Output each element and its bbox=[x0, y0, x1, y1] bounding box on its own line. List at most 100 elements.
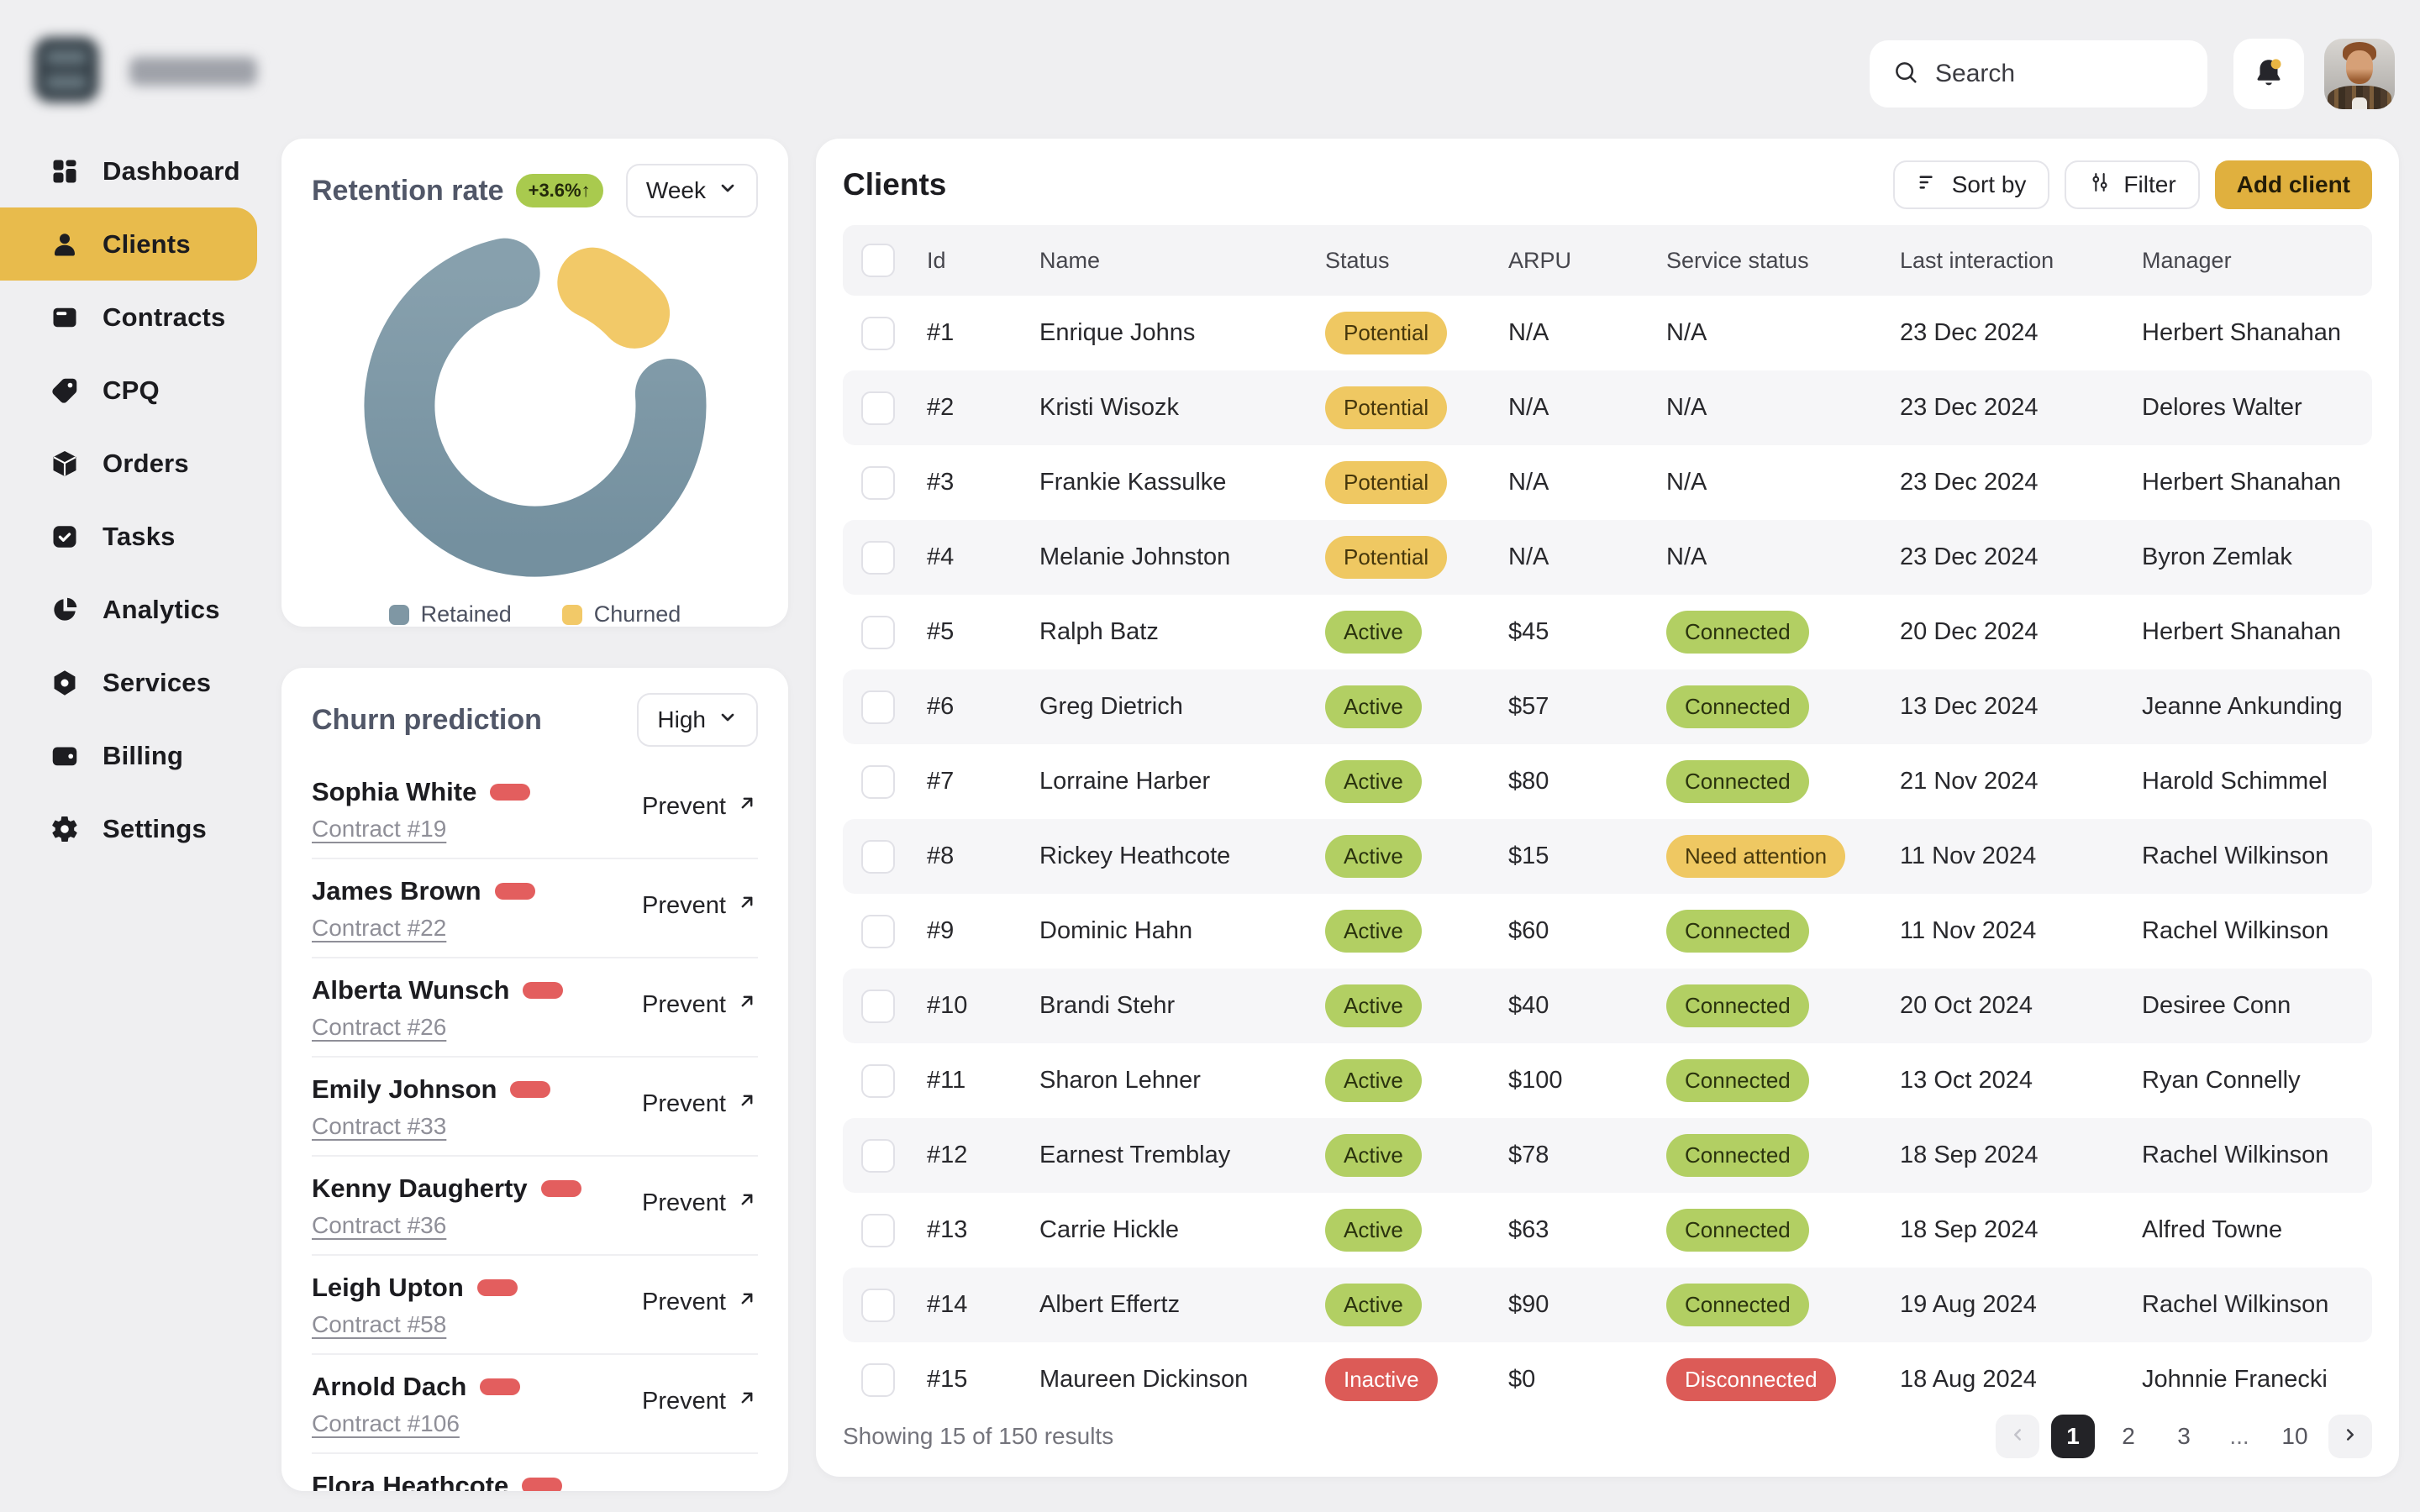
sidebar-item-billing[interactable]: Billing bbox=[0, 719, 257, 792]
status-badge: Potential bbox=[1325, 536, 1447, 579]
table-row[interactable]: #4Melanie JohnstonPotentialN/AN/A23 Dec … bbox=[843, 520, 2372, 595]
prevent-link[interactable]: Prevent bbox=[642, 1189, 758, 1217]
prevent-link[interactable]: Prevent bbox=[642, 990, 758, 1019]
table-row[interactable]: #15Maureen DickinsonInactive$0Disconnect… bbox=[843, 1342, 2372, 1417]
sidebar-item-services[interactable]: Services bbox=[0, 646, 257, 719]
row-checkbox[interactable] bbox=[861, 1214, 895, 1247]
row-checkbox[interactable] bbox=[861, 541, 895, 575]
cell-manager: Byron Zemlak bbox=[2142, 543, 2372, 571]
column-header[interactable]: Service status bbox=[1666, 248, 1900, 274]
row-checkbox[interactable] bbox=[861, 1289, 895, 1322]
page-title: Clients bbox=[843, 167, 946, 202]
row-checkbox[interactable] bbox=[861, 1139, 895, 1173]
row-checkbox[interactable] bbox=[861, 690, 895, 724]
contract-link[interactable]: Contract #36 bbox=[312, 1212, 446, 1239]
search-input[interactable]: Search bbox=[1870, 40, 2207, 108]
arrow-up-right-icon bbox=[736, 1089, 758, 1118]
prevent-link[interactable]: Prevent bbox=[642, 891, 758, 920]
column-header[interactable]: ARPU bbox=[1508, 248, 1666, 274]
sidebar-item-dashboard[interactable]: Dashboard bbox=[0, 134, 257, 207]
cell-arpu: $100 bbox=[1508, 1067, 1666, 1095]
column-header[interactable]: Manager bbox=[2142, 248, 2372, 274]
table-row[interactable]: #9Dominic HahnActive$60Connected11 Nov 2… bbox=[843, 894, 2372, 969]
prevent-link[interactable]: Prevent bbox=[642, 1089, 758, 1118]
table-row[interactable]: #6Greg DietrichActive$57Connected13 Dec … bbox=[843, 669, 2372, 744]
page-button-1[interactable]: 1 bbox=[2051, 1415, 2095, 1458]
page-button-10[interactable]: 10 bbox=[2273, 1415, 2317, 1458]
row-checkbox[interactable] bbox=[861, 466, 895, 500]
churn-level-dropdown[interactable]: High bbox=[637, 693, 758, 747]
sidebar-item-cpq[interactable]: CPQ bbox=[0, 354, 257, 427]
table-row[interactable]: #2Kristi WisozkPotentialN/AN/A23 Dec 202… bbox=[843, 370, 2372, 445]
table-row[interactable]: #12Earnest TremblayActive$78Connected18 … bbox=[843, 1118, 2372, 1193]
sidebar-item-orders[interactable]: Orders bbox=[0, 427, 257, 500]
service-status-badge: Disconnected bbox=[1666, 1358, 1836, 1401]
select-all-checkbox[interactable] bbox=[861, 244, 895, 277]
row-checkbox[interactable] bbox=[861, 391, 895, 425]
table-row[interactable]: #5Ralph BatzActive$45Connected20 Dec 202… bbox=[843, 595, 2372, 669]
row-checkbox[interactable] bbox=[861, 1363, 895, 1397]
table-row[interactable]: #10Brandi StehrActive$40Connected20 Oct … bbox=[843, 969, 2372, 1043]
table-row[interactable]: #1Enrique JohnsPotentialN/AN/A23 Dec 202… bbox=[843, 296, 2372, 370]
results-count: Showing 15 of 150 results bbox=[843, 1423, 1113, 1450]
contract-link[interactable]: Contract #106 bbox=[312, 1410, 460, 1437]
page-button-3[interactable]: 3 bbox=[2162, 1415, 2206, 1458]
cell-manager: Herbert Shanahan bbox=[2142, 469, 2372, 496]
cell-status: Active bbox=[1325, 1209, 1508, 1252]
column-header[interactable]: Id bbox=[927, 248, 1039, 274]
checkbox-cell bbox=[843, 1289, 927, 1322]
retention-period-dropdown[interactable]: Week bbox=[626, 164, 758, 218]
pagination: 123...10 bbox=[1996, 1415, 2372, 1458]
sort-by-button[interactable]: Sort by bbox=[1893, 160, 2050, 209]
contract-link[interactable]: Contract #58 bbox=[312, 1311, 446, 1338]
prevent-link[interactable]: Prevent bbox=[642, 1486, 758, 1491]
table-row[interactable]: #11Sharon LehnerActive$100Connected13 Oc… bbox=[843, 1043, 2372, 1118]
contract-link[interactable]: Contract #33 bbox=[312, 1113, 446, 1140]
row-checkbox[interactable] bbox=[861, 990, 895, 1023]
row-checkbox[interactable] bbox=[861, 1064, 895, 1098]
column-header[interactable]: Status bbox=[1325, 248, 1508, 274]
contract-link[interactable]: Contract #19 bbox=[312, 816, 446, 843]
churn-list-item: Sophia WhiteContract #19Prevent bbox=[312, 760, 758, 859]
table-row[interactable]: #13Carrie HickleActive$63Connected18 Sep… bbox=[843, 1193, 2372, 1268]
sidebar-item-tasks[interactable]: Tasks bbox=[0, 500, 257, 573]
brand-logo[interactable] bbox=[34, 35, 269, 108]
legend-item-churned: Churned bbox=[562, 601, 681, 627]
cell-last-interaction: 21 Nov 2024 bbox=[1900, 768, 2142, 795]
sidebar-item-settings[interactable]: Settings bbox=[0, 792, 257, 865]
notifications-button[interactable] bbox=[2233, 39, 2304, 109]
row-checkbox[interactable] bbox=[861, 915, 895, 948]
table-row[interactable]: #7Lorraine HarberActive$80Connected21 No… bbox=[843, 744, 2372, 819]
add-client-button[interactable]: Add client bbox=[2215, 160, 2372, 209]
cell-service: N/A bbox=[1666, 543, 1900, 571]
column-header[interactable]: Name bbox=[1039, 248, 1325, 274]
prevent-link[interactable]: Prevent bbox=[642, 792, 758, 821]
contracts-icon bbox=[49, 302, 81, 333]
prevent-label: Prevent bbox=[642, 1090, 726, 1118]
page-button-2[interactable]: 2 bbox=[2107, 1415, 2150, 1458]
sidebar-item-contracts[interactable]: Contracts bbox=[0, 281, 257, 354]
prev-page-button[interactable] bbox=[1996, 1415, 2039, 1458]
sidebar-item-label: Billing bbox=[103, 741, 183, 771]
row-checkbox[interactable] bbox=[861, 765, 895, 799]
table-row[interactable]: #14Albert EffertzActive$90Connected19 Au… bbox=[843, 1268, 2372, 1342]
service-status-badge: Need attention bbox=[1666, 835, 1845, 878]
column-header[interactable]: Last interaction bbox=[1900, 248, 2142, 274]
avatar[interactable] bbox=[2324, 39, 2395, 109]
contract-link[interactable]: Contract #22 bbox=[312, 915, 446, 942]
retention-change-badge: +3.6%↑ bbox=[516, 174, 603, 207]
prevent-link[interactable]: Prevent bbox=[642, 1288, 758, 1316]
contract-link[interactable]: Contract #26 bbox=[312, 1014, 446, 1041]
table-row[interactable]: #3Frankie KassulkePotentialN/AN/A23 Dec … bbox=[843, 445, 2372, 520]
prevent-link[interactable]: Prevent bbox=[642, 1387, 758, 1415]
row-checkbox[interactable] bbox=[861, 840, 895, 874]
row-checkbox[interactable] bbox=[861, 616, 895, 649]
sidebar-item-analytics[interactable]: Analytics bbox=[0, 573, 257, 646]
next-page-button[interactable] bbox=[2328, 1415, 2372, 1458]
table-row[interactable]: #8Rickey HeathcoteActive$15Need attentio… bbox=[843, 819, 2372, 894]
row-checkbox[interactable] bbox=[861, 317, 895, 350]
filter-button[interactable]: Filter bbox=[2065, 160, 2199, 209]
arrow-up-right-icon bbox=[736, 891, 758, 920]
sidebar-item-clients[interactable]: Clients bbox=[0, 207, 257, 281]
cell-id: #1 bbox=[927, 319, 1039, 347]
